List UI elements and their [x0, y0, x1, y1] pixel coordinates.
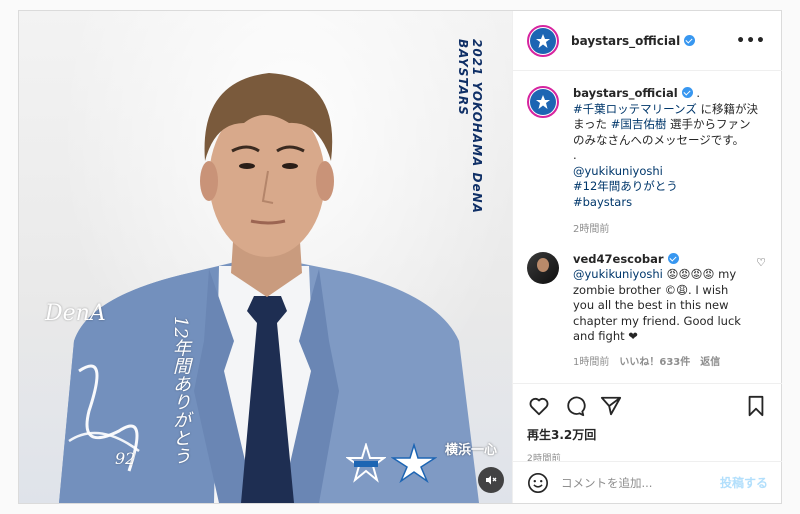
- hashtag-marines[interactable]: #千葉ロッテマリーンズ: [573, 102, 697, 116]
- comment-reply-button[interactable]: 返信: [700, 355, 720, 371]
- baystars-logo-icon: [530, 89, 556, 115]
- verified-badge-icon: [681, 87, 693, 98]
- caption-username[interactable]: baystars_official: [573, 86, 678, 100]
- caption-avatar[interactable]: [527, 86, 559, 118]
- yokohama-isshin-logo: 横浜一心: [445, 443, 498, 458]
- caption-dot: .: [692, 86, 701, 100]
- caption-dot-line: .: [573, 148, 577, 162]
- actions-section: 再生3.2万回 2時間前: [513, 383, 782, 464]
- comment-mention[interactable]: @yukikuniyoshi: [573, 267, 663, 281]
- post-comment-button[interactable]: 投稿する: [720, 474, 768, 491]
- action-bar: [527, 388, 768, 424]
- comment-like-heart-icon[interactable]: ♡: [756, 256, 766, 269]
- team-year-title: 2021 YOKOHAMA DeNA BAYSTARS: [456, 39, 484, 214]
- comment-body: ved47escobar @yukikuniyoshi 😡😡😡😡 my zomb…: [573, 252, 753, 371]
- caption-time[interactable]: 2時間前: [573, 222, 759, 238]
- save-button[interactable]: [744, 394, 768, 418]
- verified-badge-icon: [684, 34, 696, 46]
- comment-username[interactable]: ved47escobar: [573, 252, 664, 266]
- header-username[interactable]: baystars_official: [571, 34, 696, 48]
- baystars-logo-icon: [530, 27, 556, 54]
- caption-body: baystars_official . #千葉ロッテマリーンズ に移籍が決まった…: [573, 86, 759, 238]
- signature-dena: DenA: [45, 301, 106, 326]
- view-count[interactable]: 再生3.2万回: [527, 426, 768, 443]
- comment-avatar[interactable]: [527, 251, 559, 284]
- hashtag-baystars[interactable]: #baystars: [573, 195, 759, 211]
- comment-likes[interactable]: いいね！633件: [619, 355, 690, 371]
- post-header: baystars_official •••: [513, 11, 782, 71]
- signature-number: 92: [115, 449, 136, 468]
- player-video-frame: [59, 73, 479, 503]
- emoji-button[interactable]: [527, 472, 549, 494]
- caption: baystars_official . #千葉ロッテマリーンズ に移籍が決まった…: [527, 86, 768, 238]
- paper-plane-icon: [600, 396, 622, 416]
- verified-badge-icon: [667, 252, 679, 264]
- add-comment-bar: 投稿する: [513, 461, 782, 503]
- post-panel: baystars_official ••• baystars_official …: [512, 11, 782, 503]
- hashtag-12years[interactable]: #12年間ありがとう: [573, 179, 759, 195]
- signature-message: 12年間ありがとう: [170, 316, 191, 465]
- mute-button[interactable]: [478, 467, 504, 493]
- comment-time[interactable]: 1時間前: [573, 355, 609, 371]
- avatar[interactable]: [527, 24, 559, 57]
- like-button[interactable]: [527, 394, 551, 418]
- comment-button[interactable]: [563, 394, 587, 418]
- comment-meta: 1時間前 いいね！633件 返信: [573, 355, 753, 371]
- baystars-star-logo: [346, 443, 386, 483]
- speaker-muted-icon: [486, 475, 497, 485]
- comment-input[interactable]: [561, 475, 711, 490]
- share-button[interactable]: [599, 394, 623, 418]
- bookmark-icon: [748, 395, 764, 417]
- mention-yukikuniyoshi[interactable]: @yukikuniyoshi: [573, 164, 759, 180]
- heart-icon: [529, 397, 549, 416]
- smiley-icon: [528, 472, 548, 493]
- more-options-button[interactable]: •••: [736, 33, 766, 49]
- comments-list: baystars_official . #千葉ロッテマリーンズ に移籍が決まった…: [513, 72, 782, 382]
- star-emblem-logo: [391, 443, 437, 483]
- comment-item: ved47escobar @yukikuniyoshi 😡😡😡😡 my zomb…: [527, 251, 768, 371]
- comment-emojis: 😡😡😡😡: [666, 267, 715, 281]
- video-player[interactable]: 2021 YOKOHAMA DeNA BAYSTARS DenA 12年間ありが…: [19, 11, 512, 503]
- hashtag-kuniyoshi[interactable]: #国吉佑樹: [611, 117, 667, 131]
- post-modal: 2021 YOKOHAMA DeNA BAYSTARS DenA 12年間ありが…: [18, 10, 782, 504]
- speech-bubble-icon: [567, 396, 586, 417]
